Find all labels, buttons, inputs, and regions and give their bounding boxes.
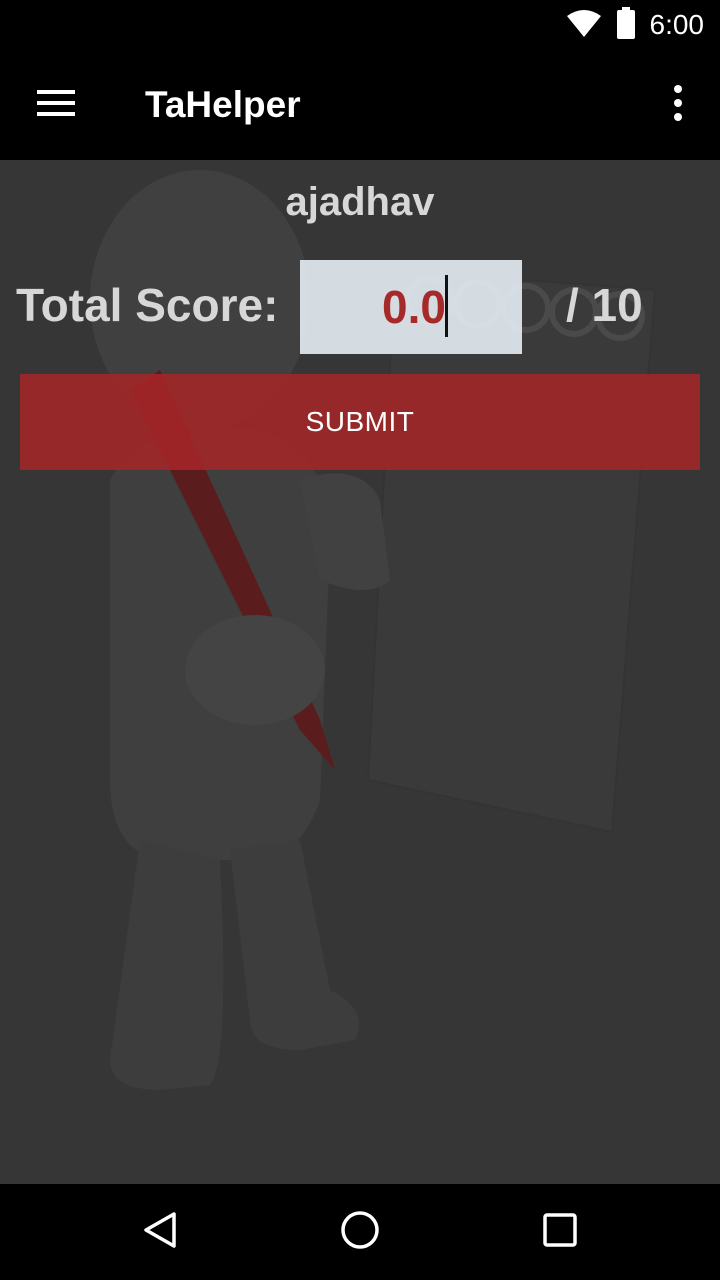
- wifi-icon: [566, 8, 602, 43]
- hamburger-menu-icon: [37, 88, 75, 123]
- text-cursor: [445, 275, 448, 337]
- back-icon: [140, 1210, 180, 1255]
- status-time: 6:00: [649, 9, 705, 40]
- nav-home-button[interactable]: [330, 1202, 390, 1262]
- total-score-label: Total Score:: [16, 279, 279, 331]
- student-username: ajadhav: [285, 180, 435, 224]
- battery-icon: [616, 6, 636, 44]
- nav-recents-button[interactable]: [530, 1202, 590, 1262]
- more-vert-icon: [672, 84, 684, 126]
- home-icon: [340, 1210, 380, 1255]
- score-input-value[interactable]: 0.0: [382, 260, 446, 354]
- nav-back-button[interactable]: [130, 1202, 190, 1262]
- grading-content: ajadhav Total Score: 0.0 / 10 SUBMIT: [0, 160, 720, 1184]
- navigation-bar: [0, 1184, 720, 1280]
- overflow-menu-button[interactable]: [654, 80, 702, 130]
- menu-button[interactable]: [22, 75, 90, 135]
- recents-icon: [542, 1212, 578, 1253]
- status-bar: 6:00: [0, 0, 720, 50]
- score-input-field[interactable]: 0.0: [300, 260, 522, 354]
- screen: 6:00 TaHelper ajadhav Total Score: 0.0 /…: [0, 0, 720, 1280]
- app-title: TaHelper: [145, 84, 301, 125]
- submit-button[interactable]: SUBMIT: [20, 374, 700, 470]
- max-score-label: / 10: [566, 279, 643, 331]
- status-icons: 6:00: [566, 0, 705, 50]
- app-bar: TaHelper: [0, 50, 720, 160]
